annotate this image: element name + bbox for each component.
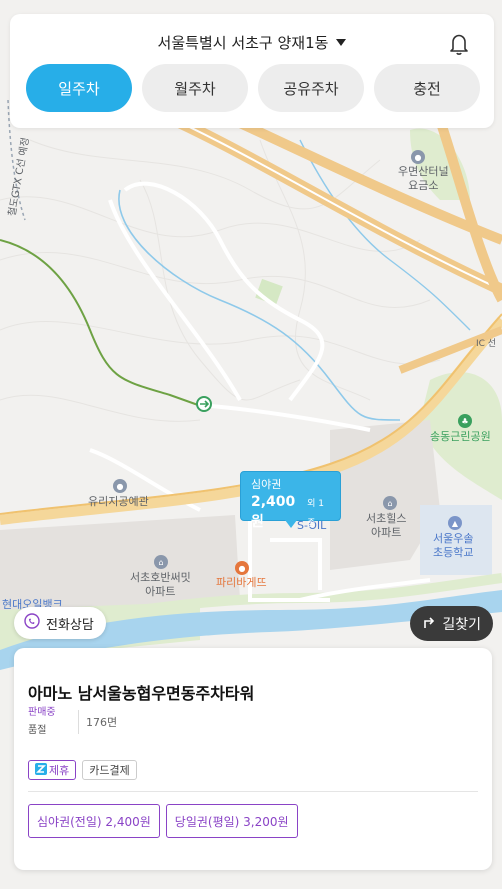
location-label: 서울특별시 서초구 양재1동 [157, 34, 329, 52]
parking-detail-card[interactable]: 아마노 남서울농협우면동주차타워 판매중 품절 176면 제휴 카드결제 심야권… [14, 648, 492, 870]
badge-row: 제휴 카드결제 [28, 760, 137, 780]
marker-title: 심야권 [251, 478, 282, 491]
partner-logo-icon [35, 762, 47, 778]
bell-icon[interactable] [448, 32, 470, 56]
map-label-paris-baguette: 파리바게뜨 [216, 576, 267, 589]
apartment-icon: ⌂ [383, 496, 397, 510]
tab-monthly[interactable]: 월주차 [142, 64, 248, 112]
ticket-day[interactable]: 당일권(평일) 3,200원 [165, 804, 298, 838]
card-payment-badge: 카드결제 [82, 760, 137, 780]
sale-status: 판매중 [28, 707, 56, 718]
bakery-icon: ● [235, 561, 249, 575]
museum-icon: ● [113, 479, 127, 493]
card-divider [28, 791, 478, 792]
route-label: 길찾기 [442, 616, 481, 633]
ticket-list: 심야권(전일) 2,400원 당일권(평일) 3,200원 [28, 804, 298, 838]
route-button[interactable]: 길찾기 [410, 606, 493, 641]
map-label-woomyeon-tollgate: 우면산터널 요금소 [398, 165, 449, 192]
map-label-seoul-woosol: 서울우솔 초등학교 [433, 532, 474, 559]
tab-shared[interactable]: 공유주차 [258, 64, 364, 112]
status-divider [78, 710, 79, 734]
park-icon: ♣ [458, 414, 472, 428]
phone-consult-label: 전화상담 [46, 617, 94, 633]
top-panel: 서울특별시 서초구 양재1동 일주차 월주차 공유주차 충전 [10, 14, 494, 128]
school-icon: ▲ [448, 516, 462, 530]
partner-label: 제휴 [49, 764, 70, 777]
map-label-ic: IC 선 [476, 339, 497, 349]
location-selector[interactable]: 서울특별시 서초구 양재1동 [10, 32, 494, 53]
caret-down-icon [336, 39, 347, 46]
tab-daily[interactable]: 일주차 [26, 64, 132, 112]
parking-type-tabs: 일주차 월주차 공유주차 충전 [26, 64, 480, 112]
map-label-songdong-park: 송동근린공원 [430, 430, 491, 443]
partner-badge: 제휴 [28, 760, 77, 780]
tab-charging[interactable]: 충전 [374, 64, 480, 112]
space-count: 176면 [86, 716, 118, 729]
marker-extra: 외 1종 [307, 499, 324, 529]
phone-consult-button[interactable]: 전화상담 [14, 607, 106, 639]
marker-tail [285, 520, 297, 528]
tollgate-icon: ● [411, 150, 425, 164]
parking-price-marker[interactable]: 심야권 2,400원 외 1종 [240, 471, 341, 530]
ticket-night[interactable]: 심야권(전일) 2,400원 [28, 804, 160, 838]
phone-icon [24, 613, 40, 633]
map-label-seocho-hills: 서초힐스 아파트 [366, 512, 407, 539]
map-label-yurizi-park: 유리지공예관 [88, 495, 149, 508]
stock-status: 품절 [28, 725, 47, 736]
status-block: 판매중 품절 [28, 706, 56, 738]
turn-right-arrow-icon [422, 615, 436, 633]
parking-lot-name: 아마노 남서울농협우면동주차타워 [28, 684, 255, 703]
apartment-icon: ⌂ [154, 555, 168, 569]
map-label-seocho-banpo: 서초호반써밋 아파트 [130, 571, 191, 598]
